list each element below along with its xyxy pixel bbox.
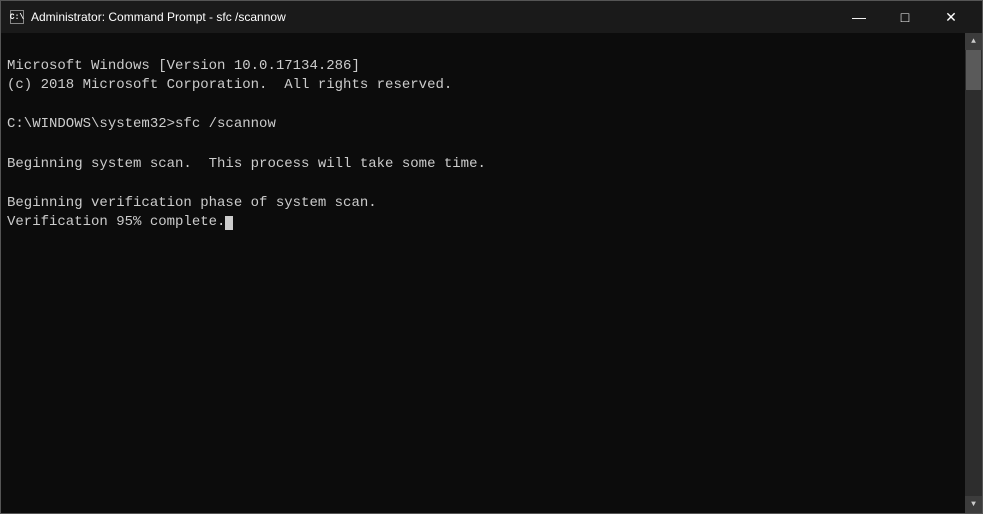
line-2: (c) 2018 Microsoft Corporation. All righ… [7,77,452,93]
maximize-button[interactable]: □ [882,1,928,33]
line-1: Microsoft Windows [Version 10.0.17134.28… [7,58,360,74]
title-bar-controls: — □ ✕ [836,1,974,33]
line-6: Beginning system scan. This process will… [7,156,486,172]
scrollbar-track[interactable] [965,50,982,496]
cursor-blink [225,216,233,230]
scrollbar[interactable]: ▲ ▼ [965,33,982,513]
line-4: C:\WINDOWS\system32>sfc /scannow [7,116,276,132]
line-9: Verification 95% complete. [7,214,233,230]
title-bar: C:\ Administrator: Command Prompt - sfc … [1,1,982,33]
scrollbar-thumb[interactable] [966,50,981,90]
command-prompt-window: C:\ Administrator: Command Prompt - sfc … [0,0,983,514]
line-8: Beginning verification phase of system s… [7,195,377,211]
title-bar-left: C:\ Administrator: Command Prompt - sfc … [9,9,286,25]
console-area: Microsoft Windows [Version 10.0.17134.28… [1,33,982,513]
minimize-button[interactable]: — [836,1,882,33]
scrollbar-up-button[interactable]: ▲ [965,33,982,50]
console-output[interactable]: Microsoft Windows [Version 10.0.17134.28… [1,33,965,513]
close-button[interactable]: ✕ [928,1,974,33]
cmd-app-icon: C:\ [9,9,25,25]
cmd-icon-graphic: C:\ [10,10,24,24]
scrollbar-down-button[interactable]: ▼ [965,496,982,513]
window-title: Administrator: Command Prompt - sfc /sca… [31,10,286,24]
